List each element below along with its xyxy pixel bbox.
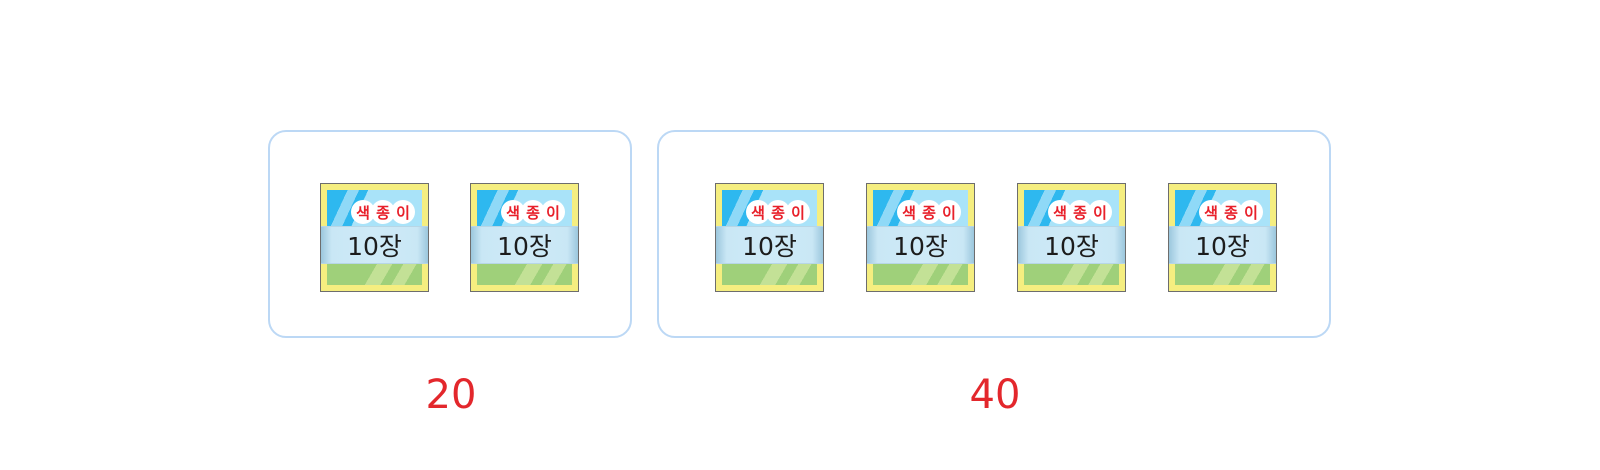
pack-brand-label: 색 종 이 [1048,200,1112,224]
colored-paper-pack: 색 종 이 10장 [320,183,429,292]
pack-count-label: 10장 [1169,226,1276,264]
total-count-label-twenty: 20 [425,372,477,418]
pack-brand-label: 색 종 이 [746,200,810,224]
colored-paper-pack: 색 종 이 10장 [470,183,579,292]
pack-count-label: 10장 [471,226,578,264]
colored-paper-pack: 색 종 이 10장 [715,183,824,292]
group-box-twenty: 색 종 이 10장 색 종 이 10장 [268,130,632,338]
pack-brand-label: 색 종 이 [501,200,565,224]
group-box-forty: 색 종 이 10장 색 종 이 10장 색 종 이 10장 색 종 이 10장 [657,130,1331,338]
pack-brand-label: 색 종 이 [897,200,961,224]
pack-count-label: 10장 [867,226,974,264]
pack-count-label: 10장 [321,226,428,264]
colored-paper-pack: 색 종 이 10장 [866,183,975,292]
pack-count-label: 10장 [1018,226,1125,264]
colored-paper-pack: 색 종 이 10장 [1017,183,1126,292]
pack-count-label: 10장 [716,226,823,264]
colored-paper-pack: 색 종 이 10장 [1168,183,1277,292]
pack-brand-label: 색 종 이 [1199,200,1263,224]
pack-brand-label: 색 종 이 [351,200,415,224]
total-count-label-forty: 40 [969,372,1021,418]
